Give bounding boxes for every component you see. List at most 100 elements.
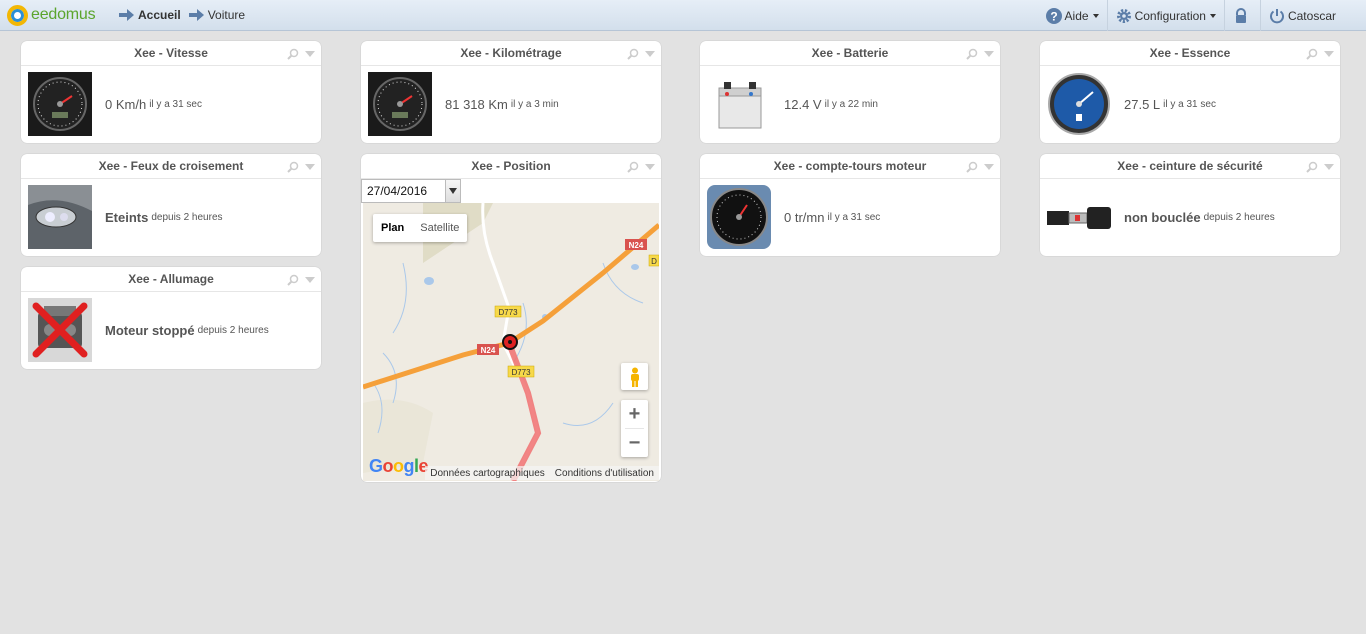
widget-title: Xee - Allumage — [128, 272, 214, 286]
map-attribution: Données cartographiques Conditions d'uti… — [425, 466, 659, 480]
battery-value: 12.4 V — [784, 96, 822, 112]
last-update-time: il y a 31 sec — [827, 211, 881, 223]
widget-title: Xee - Kilométrage — [460, 46, 562, 60]
help-menu[interactable]: ? Aide — [1038, 0, 1107, 31]
search-icon[interactable] — [287, 274, 299, 286]
user-label: Catoscar — [1287, 8, 1336, 23]
user-menu[interactable]: Catoscar — [1259, 0, 1366, 31]
map-data-link[interactable]: Données cartographiques — [425, 468, 550, 479]
widget-compte-tours: Xee - compte-tours moteur 0 tr/mn il y a… — [700, 154, 1000, 256]
breadcrumb-label: Voiture — [207, 8, 246, 22]
widget-ceinture: Xee - ceinture de sécurité non bouclée d… — [1040, 154, 1340, 256]
widget-title: Xee - Feux de croisement — [98, 159, 244, 173]
widget-menu-icon[interactable] — [984, 163, 994, 170]
road-label-n24: N24 — [481, 346, 496, 355]
breadcrumb-label: Accueil — [138, 8, 181, 22]
fuel-gauge-icon — [1048, 73, 1110, 135]
last-update-time: il y a 31 sec — [149, 98, 202, 110]
widget-title: Xee - Position — [471, 159, 551, 173]
search-icon[interactable] — [627, 161, 639, 173]
config-label: Configuration — [1134, 8, 1206, 23]
last-update-time: depuis 2 heures — [1203, 211, 1275, 223]
last-update-time: il y a 31 sec — [1163, 98, 1216, 110]
speed-value: 0 Km/h — [105, 96, 147, 112]
search-icon[interactable] — [627, 48, 639, 60]
google-logo[interactable]: Google — [369, 456, 429, 477]
widget-menu-icon[interactable] — [305, 50, 315, 57]
widget-value: 0 Km/h il y a 31 sec — [105, 66, 202, 142]
date-dropdown-button[interactable] — [445, 180, 460, 202]
zoom-in-button[interactable]: + — [621, 400, 648, 428]
widget-header: Xee - Batterie — [700, 41, 1000, 66]
widget-title: Xee - ceinture de sécurité — [1117, 159, 1263, 173]
widget-value: 81 318 Km il y a 3 min — [445, 66, 559, 142]
breadcrumb-item-voiture[interactable]: Voiture — [188, 8, 246, 22]
widget-header: Xee - Kilométrage — [361, 41, 661, 66]
last-update-time: depuis 2 heures — [151, 211, 223, 223]
odometer-icon — [368, 72, 432, 136]
search-icon[interactable] — [1306, 48, 1318, 60]
widget-menu-icon[interactable] — [305, 276, 315, 283]
power-icon — [1269, 8, 1284, 23]
terms-link[interactable]: Conditions d'utilisation — [550, 468, 659, 479]
widget-batterie: Xee - Batterie 12.4 V il y a 22 min — [700, 41, 1000, 143]
pegman-icon — [630, 367, 639, 387]
mileage-value: 81 318 Km — [445, 96, 508, 112]
tachometer-icon — [707, 185, 771, 249]
widget-value: Moteur stoppé depuis 2 heures — [105, 292, 269, 368]
road-label-d773: D773 — [511, 368, 531, 377]
widget-kilometrage: Xee - Kilométrage 81 318 Km il y a 3 min — [361, 41, 661, 143]
widget-value: non bouclée depuis 2 heures — [1124, 179, 1275, 255]
widget-header: Xee - Essence — [1040, 41, 1340, 66]
widget-menu-icon[interactable] — [645, 163, 655, 170]
date-picker[interactable]: 27/04/2016 — [361, 179, 461, 203]
eedomus-logo[interactable]: eedomus — [7, 4, 96, 26]
widget-menu-icon[interactable] — [1324, 50, 1334, 57]
ignition-state: Moteur stoppé — [105, 322, 195, 338]
caret-down-icon — [1209, 13, 1216, 18]
search-icon[interactable] — [966, 161, 978, 173]
svg-text:?: ? — [1050, 9, 1057, 23]
widget-header: Xee - Allumage — [21, 267, 321, 292]
search-icon[interactable] — [287, 48, 299, 60]
date-value: 27/04/2016 — [367, 184, 428, 198]
arrow-right-icon — [188, 9, 204, 21]
help-icon: ? — [1045, 7, 1062, 24]
road-label-d: D — [651, 257, 657, 266]
search-icon[interactable] — [1306, 161, 1318, 173]
street-view-button[interactable] — [621, 363, 648, 390]
widget-menu-icon[interactable] — [305, 163, 315, 170]
logo-ring-icon — [7, 4, 28, 26]
widget-vitesse: Xee - Vitesse 0 Km/h il y a 31 sec — [21, 41, 321, 143]
widget-menu-icon[interactable] — [1324, 163, 1334, 170]
headlight-state: Eteints — [105, 209, 149, 225]
chevron-down-icon — [449, 188, 458, 194]
zoom-out-button[interactable]: − — [621, 429, 648, 457]
config-menu[interactable]: Configuration — [1106, 0, 1224, 31]
widget-value: 27.5 L il y a 31 sec — [1124, 66, 1216, 142]
seatbelt-icon — [1047, 207, 1111, 229]
map-type-satellite[interactable]: Satellite — [412, 214, 467, 242]
lock-button[interactable] — [1223, 0, 1260, 31]
widget-menu-icon[interactable] — [984, 50, 994, 57]
widget-title: Xee - Batterie — [811, 46, 889, 60]
breadcrumb-item-accueil[interactable]: Accueil — [119, 8, 181, 22]
help-label: Aide — [1064, 8, 1089, 23]
widget-allumage: Xee - Allumage Moteur stoppé depuis 2 he… — [21, 267, 321, 369]
gear-icon — [1116, 8, 1131, 23]
widget-value: Eteints depuis 2 heures — [105, 179, 223, 255]
search-icon[interactable] — [287, 161, 299, 173]
last-update-time: depuis 2 heures — [197, 324, 269, 336]
lock-icon — [1235, 7, 1246, 23]
map[interactable]: N24 N24 D773 D773 D Plan Satellite + − G… — [363, 203, 659, 481]
top-bar: eedomus Accueil Voiture ? Aide Configura… — [0, 0, 1366, 31]
road-label-n24: N24 — [629, 241, 644, 250]
widget-menu-icon[interactable] — [645, 50, 655, 57]
widget-value: 12.4 V il y a 22 min — [784, 66, 878, 142]
widget-header: Xee - Position — [361, 154, 661, 179]
last-update-time: il y a 22 min — [824, 98, 878, 110]
search-icon[interactable] — [966, 48, 978, 60]
map-canvas: N24 N24 D773 D773 D — [363, 203, 659, 481]
headlight-icon — [28, 185, 92, 249]
map-type-plan[interactable]: Plan — [373, 214, 412, 242]
